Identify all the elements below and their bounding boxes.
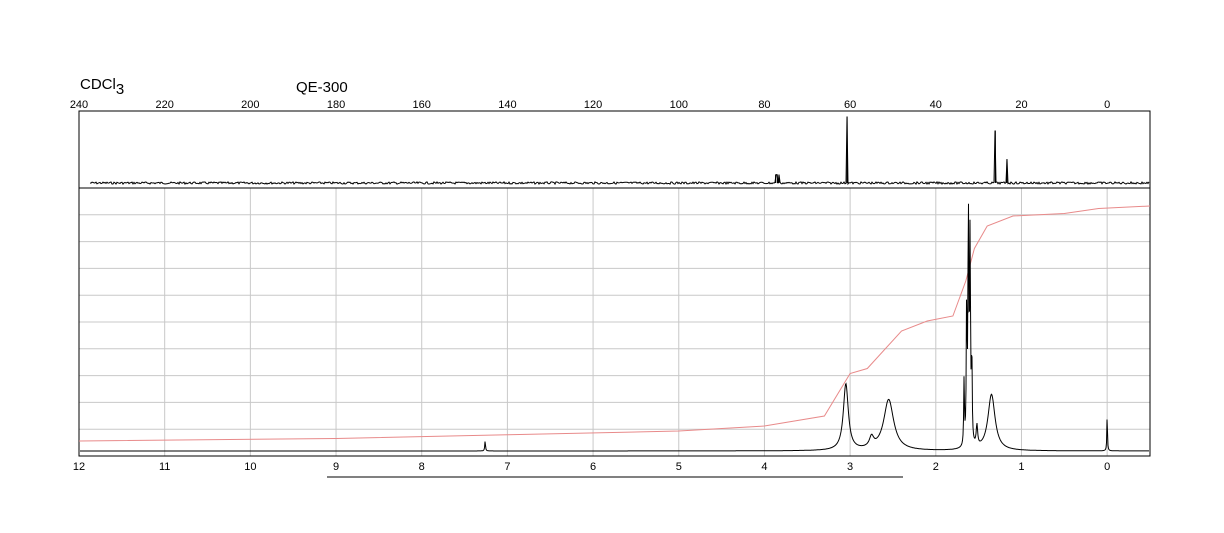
c13-spectrum-trace	[89, 116, 1150, 186]
c13-tick-label: 120	[584, 99, 602, 111]
h1-tick-label: 4	[761, 461, 767, 473]
h1-tick-label: 7	[504, 461, 510, 473]
c13-tick-label: 240	[70, 99, 88, 111]
h1-tick-label: 2	[933, 461, 939, 473]
c13-tick-label: 200	[241, 99, 259, 111]
h1-tick-label: 10	[244, 461, 256, 473]
solvent-label: CDCl3	[80, 76, 125, 98]
nmr-plot-svg: 240 220 200 180 160 140 120 100 80 60 40 20 0 12 11 10…	[70, 99, 1151, 478]
h1-tick-label: 1	[1018, 461, 1024, 473]
c13-tick-label: 80	[758, 99, 770, 111]
c13-tick-label: 60	[844, 99, 856, 111]
c13-tick-label: 40	[930, 99, 942, 111]
c13-tick-label: 100	[670, 99, 688, 111]
c13-tick-label: 0	[1104, 99, 1110, 111]
h1-grid	[78, 188, 1150, 456]
h1-tick-label: 8	[419, 461, 425, 473]
c13-tick-label: 180	[327, 99, 345, 111]
h1-tick-label: 9	[333, 461, 339, 473]
h1-tick-label: 11	[159, 461, 170, 473]
instrument-label: QE-300	[296, 79, 348, 96]
h1-spectrum-trace	[80, 203, 1149, 452]
h1-tick-label: 3	[847, 461, 853, 473]
h1-tick-labels: 12 11 10 9 8 7 6 5 4 3 2 1 0	[73, 461, 1110, 473]
c13-tick-label: 220	[156, 99, 174, 111]
c13-tick-labels: 240 220 200 180 160 140 120 100 80 60 40 20 0	[70, 99, 1110, 111]
c13-tick-label: 20	[1015, 99, 1027, 111]
h1-tick-label: 12	[73, 461, 85, 473]
h1-tick-label: 5	[676, 461, 682, 473]
h1-tick-label: 0	[1104, 461, 1110, 473]
h1-tick-label: 6	[590, 461, 596, 473]
c13-tick-label: 140	[498, 99, 516, 111]
nmr-chart: CDCl3 QE-300 240 220 200 180 160 140 120 100 80 6…	[0, 0, 1224, 528]
c13-tick-label: 160	[413, 99, 431, 111]
c13-panel-frame	[78, 110, 1151, 189]
